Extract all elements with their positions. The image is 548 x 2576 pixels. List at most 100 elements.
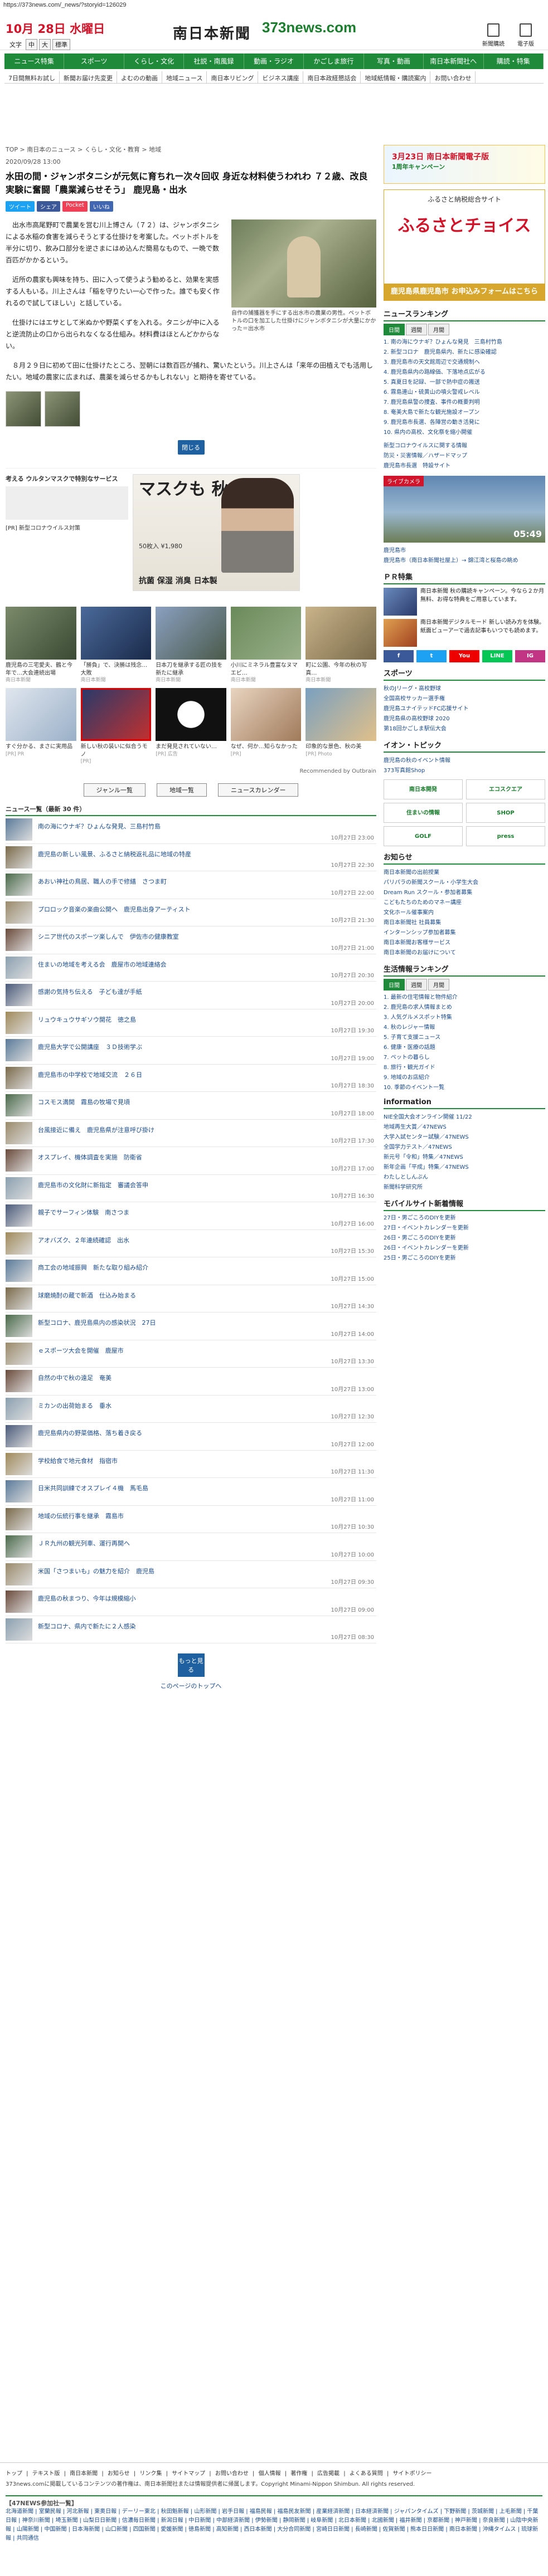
notice-link[interactable]: 南日本新聞社 社員募集 [384, 918, 545, 928]
mobile-item[interactable]: 27日・男ごころのDIYを更新 [384, 1213, 545, 1223]
gnav-item[interactable]: 購読・特集 [484, 53, 544, 69]
recommend-card[interactable]: 印象的な景色、秋の美 [PR] Photo [305, 688, 376, 765]
ad-text[interactable]: 考える ウルタンマスクで特別なサービス [PR] 新型コロナウイルス対策 [6, 474, 128, 591]
mobile-item[interactable]: 27日・イベントカレンダーを更新 [384, 1223, 545, 1233]
thumbnail[interactable] [6, 391, 41, 427]
news-row[interactable]: 南の海にウナギ？ひょんな発見、三島村竹島 10月27日 23:00 [6, 816, 376, 844]
pr-item[interactable]: 南日本新聞デジタルモード 新しい読み方を体験。紙面ビューアーで過去記事もいつでも… [384, 619, 545, 647]
recommend-card[interactable]: まだ発見されていない… [PR] 広告 [156, 688, 226, 765]
news-row[interactable]: 鹿児島市の文化財に新指定 審議会答申 10月27日 16:30 [6, 1175, 376, 1203]
information-link[interactable]: 新年企画「平成」特集／47NEWS [384, 1163, 545, 1173]
gnav-item[interactable]: 写真・動画 [364, 53, 424, 69]
address-bar-url[interactable]: https://373news.com/_news/?storyid=12602… [0, 0, 548, 11]
news-row[interactable]: 鹿児島の秋まつり、今年は規模縮小 10月27日 09:00 [6, 1588, 376, 1616]
notice-link[interactable]: インターンシップ参加者募集 [384, 928, 545, 938]
recommend-card[interactable]: 小川にミネラル豊富なヌマエビ… 南日本新聞 [230, 607, 302, 684]
notice-link[interactable]: パリパラの新聞スクール・小学生大会 [384, 878, 545, 888]
ranking-tab[interactable]: 日間 [384, 324, 405, 335]
mobile-item[interactable]: 26日・イベントカレンダーを更新 [384, 1243, 545, 1253]
news-row[interactable]: アオバズク、２年連続確認 出水 10月27日 15:30 [6, 1230, 376, 1258]
ranking-item[interactable]: 2. 新型コロナ 鹿児島県内、新たに感染確認 [384, 348, 545, 358]
ad-tile[interactable]: 住まいの情報 [384, 803, 463, 823]
sports-link[interactable]: 全国高校サッカー選手権 [384, 694, 545, 704]
ranking-tab[interactable]: 週間 [406, 324, 427, 335]
snav-item[interactable]: よむのの動画 [117, 71, 162, 83]
news-row[interactable]: 米国「さつまいも」の魅力を紹介 鹿児島 10月27日 09:30 [6, 1561, 376, 1589]
notice-link[interactable]: 南日本新聞の出前授業 [384, 868, 545, 878]
snav-item[interactable]: 地域紙情報・購読案内 [361, 71, 431, 83]
site-logo[interactable]: 373news.com [262, 19, 356, 36]
notice-link[interactable]: こどもたちのためのマネー講座 [384, 898, 545, 908]
life-ranking-item[interactable]: 9. 地域のお店紹介 [384, 1073, 545, 1083]
news-row[interactable]: コスモス満開 霧島の牧場で見頃 10月27日 18:00 [6, 1092, 376, 1120]
recommend-card[interactable]: 「勝負」で、決勝は残念…大敗 南日本新聞 [80, 607, 152, 684]
notice-link[interactable]: 南日本新聞お客様サービス [384, 938, 545, 948]
pr-item[interactable]: 南日本新聞 秋の購読キャンペーン。今なら２か月無料、お得な特典をご用意しています… [384, 588, 545, 616]
footer-links[interactable]: トップ | テキスト版 | 南日本新聞 | お知らせ | リンク集 | サイトマ… [6, 2468, 542, 2477]
campaign-banner[interactable]: 3月23日 南日本新聞電子版 1周年キャンペーン [384, 145, 545, 184]
sports-link[interactable]: 秋のJリーグ・高校野球 [384, 684, 545, 694]
ranking-item[interactable]: 4. 鹿児島県内の路線価、下落地点広がる [384, 368, 545, 378]
event-link[interactable]: 鹿児島の秋のイベント情報 [384, 756, 545, 766]
recommend-card[interactable]: 新しい秋の装いに似合うモノ [PR] [80, 688, 152, 765]
ranking-item[interactable]: 1. 南の海にウナギ？ひょんな発見 三島村竹島 [384, 338, 545, 348]
instagram-icon[interactable]: IG [515, 650, 545, 662]
text-size-medium-button[interactable]: 中 [26, 39, 37, 50]
ranking-item[interactable]: 3. 鹿児島市の天文館周辺で交通規制へ [384, 358, 545, 368]
news-row[interactable]: ｅスポーツ大会を開催 鹿屋市 10月27日 13:30 [6, 1340, 376, 1368]
information-link[interactable]: 全国学力テスト／47NEWS [384, 1143, 545, 1153]
group-list[interactable]: 北海道新聞 | 室蘭民報 | 河北新報 | 東奥日報 | デーリー東北 | 秋田… [6, 2507, 542, 2543]
youtube-icon[interactable]: You [449, 650, 479, 662]
snav-item[interactable]: 地域ニュース [162, 71, 207, 83]
life-ranking-tab[interactable]: 週間 [406, 979, 427, 991]
digital-edition-link[interactable]: 電子版 [515, 23, 537, 47]
page-top-link[interactable]: このページのトップへ [6, 1681, 376, 1690]
line-icon[interactable]: LINE [482, 650, 512, 662]
more-button[interactable]: もっと見る [177, 1653, 205, 1677]
ranking-item[interactable]: 7. 鹿児島県警の捜査、事件の概要判明 [384, 398, 545, 408]
mobile-item[interactable]: 25日・男ごころのDIYを更新 [384, 1253, 545, 1263]
tab-region[interactable]: 地域一覧 [157, 783, 207, 797]
life-ranking-item[interactable]: 8. 旅行・観光ガイド [384, 1063, 545, 1073]
breadcrumb[interactable]: TOP > 南日本のニュース > くらし・文化・教育 > 地域 [6, 145, 376, 154]
life-ranking-item[interactable]: 7. ペットの暮らし [384, 1053, 545, 1063]
snav-item[interactable]: お問い合わせ [430, 71, 476, 83]
recommend-card[interactable]: なぜ、何か…知らなかった [PR] [230, 688, 302, 765]
life-ranking-item[interactable]: 6. 健康・医療の話題 [384, 1043, 545, 1053]
notice-link[interactable]: 南日本新聞のお届けについて [384, 948, 545, 958]
ad-tile[interactable]: エコスクエア [466, 779, 545, 799]
life-ranking-item[interactable]: 10. 季節のイベント一覧 [384, 1083, 545, 1093]
text-size-standard-button[interactable]: 標準 [52, 39, 70, 50]
weather-link[interactable]: 鹿児島市 [384, 546, 545, 556]
sports-link[interactable]: 鹿児島ユナイテッドFC応援サイト [384, 704, 545, 714]
ad-tile[interactable]: press [466, 826, 545, 846]
news-row[interactable]: 住まいの地域を考える会 鹿屋市の地域連絡会 10月27日 20:30 [6, 954, 376, 982]
recommend-card[interactable]: すぐ分かる、まさに実用品 [PR] PR [6, 688, 76, 765]
news-row[interactable]: あおい神社の鳥居、職人の手で修繕 さつま町 10月27日 22:00 [6, 871, 376, 899]
gnav-item[interactable]: くらし・文化 [124, 53, 185, 69]
snav-item[interactable]: 7日間無料お試し [4, 71, 60, 83]
ad-mask-banner[interactable]: マスクも 秋の装い 50枚入 ¥1,980 抗菌 保湿 消臭 日本製 [133, 474, 300, 591]
sports-link[interactable]: 鹿児島県の高校野球 2020 [384, 714, 545, 724]
notice-link[interactable]: Dream Run スクール・参加者募集 [384, 888, 545, 898]
life-ranking-item[interactable]: 1. 最新の住宅情報と物件紹介 [384, 993, 545, 1003]
notice-link[interactable]: 文化ホール催事案内 [384, 908, 545, 918]
news-row[interactable]: シニア世代のスポーツ楽しんで 伊佐市の健康教室 10月27日 21:00 [6, 926, 376, 954]
subscribe-link[interactable]: 新聞購読 [482, 23, 505, 47]
news-row[interactable]: プロロック音楽の楽曲公開へ 鹿児島出身アーティスト 10月27日 21:30 [6, 899, 376, 927]
snav-item[interactable]: 新聞お届け先変更 [60, 71, 117, 83]
information-link[interactable]: 新元号「令和」特集／47NEWS [384, 1153, 545, 1163]
information-link[interactable]: NIE全国大会オンライン開催 11/22 [384, 1113, 545, 1123]
recommend-card[interactable]: 町に公園、今年の秋の写真… 南日本新聞 [305, 607, 376, 684]
gnav-item[interactable]: 南日本新聞社へ [424, 53, 484, 69]
tweet-button[interactable]: ツイート [6, 201, 35, 212]
furusato-banner[interactable]: ふるさと納税総合サイト ふるさとチョイス 鹿児島県鹿児島市 お申込みフォームはこ… [384, 189, 545, 301]
news-row[interactable]: 鹿児島の新しい風景、ふるさと納税返礼品に地域の特産 10月27日 22:30 [6, 844, 376, 872]
news-row[interactable]: 球磨焼酎の蔵で新酒 仕込み始まる 10月27日 14:30 [6, 1285, 376, 1313]
gnav-item[interactable]: 動画・ラジオ [244, 53, 304, 69]
like-button[interactable]: いいね [89, 201, 113, 212]
snav-item[interactable]: 南日本リビング [207, 71, 259, 83]
life-ranking-tab[interactable]: 月間 [428, 979, 449, 991]
tab-genre[interactable]: ジャンル一覧 [83, 783, 146, 797]
news-row[interactable]: ＪＲ九州の観光列車、運行再開へ 10月27日 10:00 [6, 1533, 376, 1561]
